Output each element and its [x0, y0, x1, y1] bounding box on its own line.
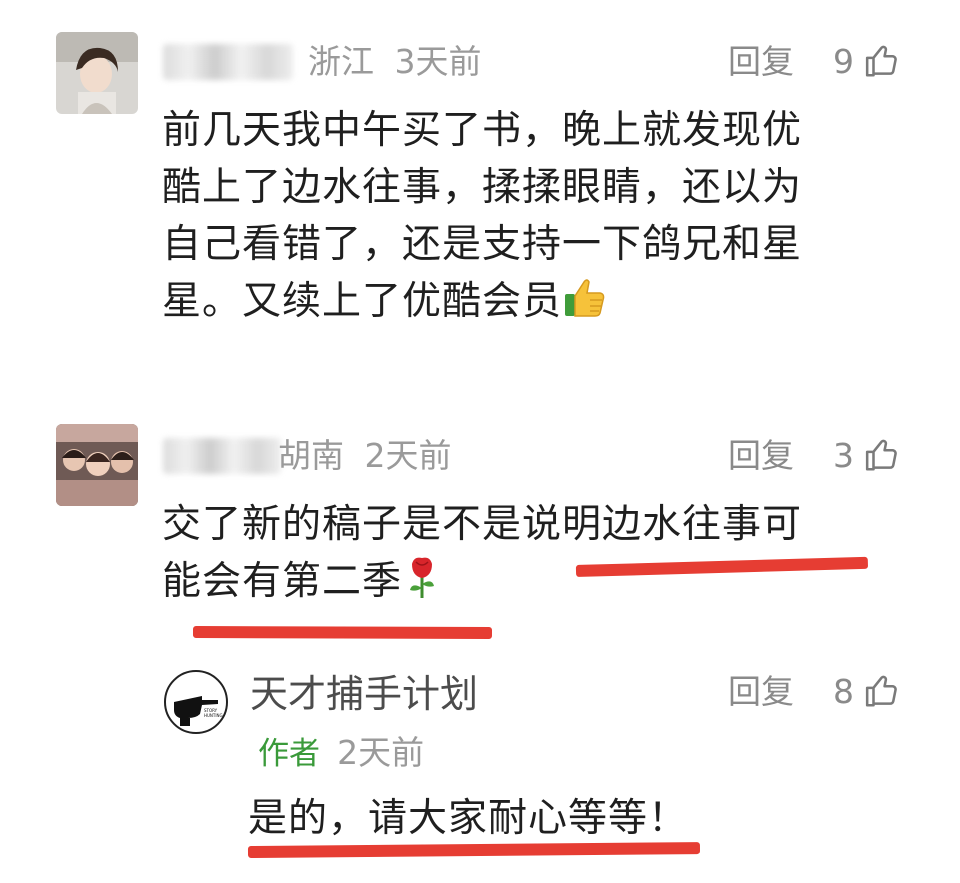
region-label: 胡南 [278, 436, 344, 475]
comment-line: 前几天我中午买了书，晚上就发现优 [162, 108, 803, 153]
comment-meta: 浙江 3天前 [308, 42, 482, 82]
highlight-underline [247, 842, 701, 858]
reply-body: 是的，请大家耐心等等！ [248, 796, 689, 841]
time-label: 2天前 [364, 436, 452, 475]
highlight-underline [192, 626, 493, 640]
like-count: 3 [833, 436, 854, 475]
time-label: 3天前 [394, 42, 482, 81]
author-tag: 作者 [258, 736, 320, 772]
thumbs-up-emoji [565, 279, 605, 317]
thumbs-up-icon[interactable] [864, 436, 902, 474]
user-avatar[interactable] [56, 32, 138, 114]
author-avatar[interactable]: STORY HUNTING [164, 670, 228, 734]
author-name[interactable]: 天才捕手计划 [250, 672, 478, 716]
rose-emoji [410, 557, 435, 598]
comment-line: 酷上了边水往事，揉揉眼睛，还以为 [162, 165, 803, 210]
like-count: 9 [833, 42, 854, 81]
reply-button[interactable]: 回复 [728, 42, 794, 82]
comment-body: 交了新的稿子是不是说明边水往事可 能会有第二季 [162, 496, 922, 610]
comment-line: 自己看错了，还是支持一下鸽兄和星 [162, 222, 803, 267]
reply-button[interactable]: 回复 [728, 436, 794, 476]
comment-line-text: 星。又续上了优酷会员 [162, 279, 563, 324]
thumbs-up-icon[interactable] [864, 672, 902, 710]
comment-line: 星。又续上了优酷会员 [162, 273, 922, 330]
reply-button[interactable]: 回复 [728, 672, 794, 712]
comment-line: 交了新的稿子是不是说明边水往事可 [162, 502, 803, 547]
time-label: 2天前 [337, 733, 425, 772]
user-avatar[interactable] [56, 424, 138, 506]
like-count: 8 [833, 672, 854, 711]
username-blurred[interactable] [163, 438, 281, 474]
thumbs-up-icon[interactable] [864, 42, 902, 80]
author-meta: 作者 2天前 [258, 733, 424, 774]
author-avatar-text: HUNTING [204, 713, 223, 718]
comment-meta: 胡南 2天前 [278, 436, 452, 476]
comment-line-text: 能会有第二季 [162, 559, 403, 604]
region-label: 浙江 [308, 42, 374, 81]
username-blurred[interactable] [163, 44, 293, 80]
comment-body: 前几天我中午买了书，晚上就发现优 酷上了边水往事，揉揉眼睛，还以为 自己看错了，… [162, 102, 922, 330]
